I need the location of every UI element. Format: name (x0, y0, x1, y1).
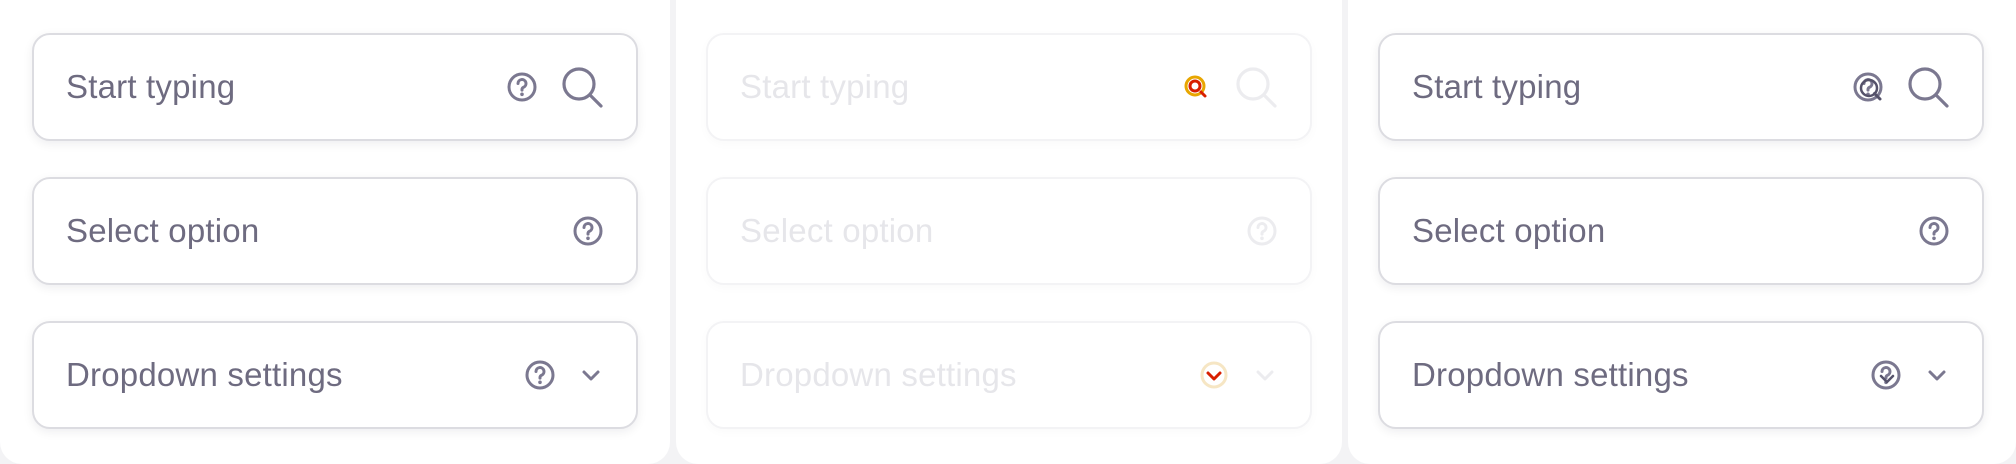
select-field[interactable]: Select option (1378, 177, 1984, 285)
search-icon[interactable] (1906, 65, 1950, 109)
chevron-down-icon[interactable] (578, 362, 604, 388)
help-icon (1198, 359, 1230, 391)
help-icon[interactable] (1870, 359, 1902, 391)
search-field-placeholder: Start typing (66, 68, 236, 105)
search-field-placeholder: Start typing (740, 68, 910, 105)
help-icon[interactable] (1918, 215, 1950, 247)
help-icon (1246, 215, 1278, 247)
search-field-disabled: Start typing (706, 33, 1312, 141)
search-icon (1234, 65, 1278, 109)
select-field-placeholder: Select option (66, 212, 260, 249)
dropdown-field-label: Dropdown settings (740, 356, 1017, 393)
help-icon[interactable] (524, 359, 556, 391)
help-icon[interactable] (1852, 71, 1884, 103)
dropdown-field[interactable]: Dropdown settings (1378, 321, 1984, 429)
panel-hover: Start typing Select option Dropdown sett… (1348, 0, 2016, 464)
select-field-disabled: Select option (706, 177, 1312, 285)
help-icon (1180, 71, 1212, 103)
dropdown-field-label: Dropdown settings (66, 356, 343, 393)
search-field[interactable]: Start typing (1378, 33, 1984, 141)
search-icon[interactable] (560, 65, 604, 109)
search-field-placeholder: Start typing (1412, 68, 1582, 105)
search-field[interactable]: Start typing (32, 33, 638, 141)
dropdown-field-disabled: Dropdown settings (706, 321, 1312, 429)
select-field-placeholder: Select option (1412, 212, 1606, 249)
component-sheet: Start typing Select option Dropdown sett… (0, 0, 2016, 464)
select-field[interactable]: Select option (32, 177, 638, 285)
help-icon[interactable] (506, 71, 538, 103)
panel-default: Start typing Select option Dropdown sett… (0, 0, 670, 464)
panel-disabled: Start typing Select option Dropdown sett… (676, 0, 1342, 464)
dropdown-field[interactable]: Dropdown settings (32, 321, 638, 429)
select-field-placeholder: Select option (740, 212, 934, 249)
chevron-down-icon[interactable] (1924, 362, 1950, 388)
dropdown-field-label: Dropdown settings (1412, 356, 1689, 393)
help-icon[interactable] (572, 215, 604, 247)
chevron-down-icon (1252, 362, 1278, 388)
